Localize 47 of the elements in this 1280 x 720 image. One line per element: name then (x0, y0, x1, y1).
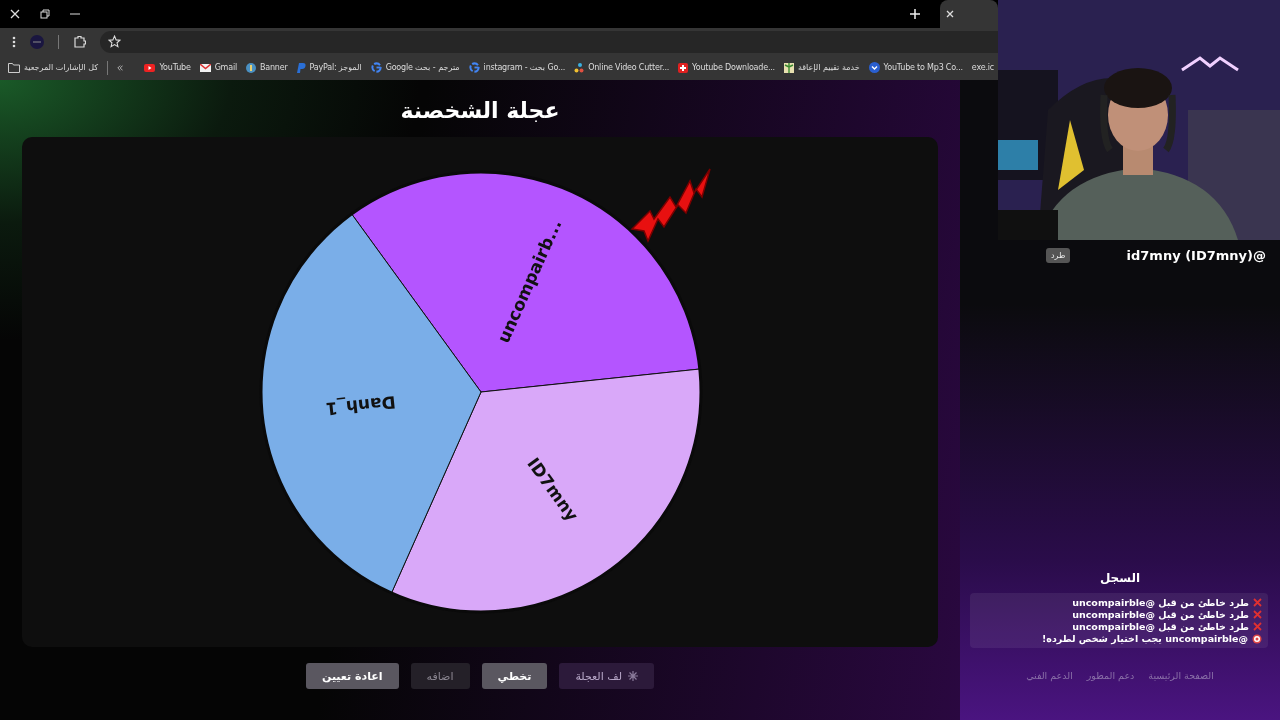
bookmark[interactable]: instagram - بحث Go... (468, 62, 566, 73)
p-logo-icon (296, 62, 306, 73)
page-title: عجلة الشخصنة (400, 98, 560, 123)
cross-icon (1253, 622, 1262, 631)
bookmark[interactable]: Gmail (199, 63, 237, 72)
log-entry: @uncompairble يجب اختيار شخص لطرده! (1041, 633, 1248, 644)
bookmark[interactable]: Banner (245, 62, 288, 73)
action-button[interactable]: تخطي (481, 663, 548, 689)
bookmark[interactable]: خدمة تقييم الإعاقة (783, 62, 860, 73)
restore-icon[interactable] (40, 9, 50, 19)
bookmark[interactable]: Youtube Downloade... (678, 62, 775, 73)
cross-icon (1253, 598, 1262, 607)
new-tab-icon[interactable] (910, 9, 920, 19)
play-icon (144, 63, 156, 72)
menu-icon[interactable] (12, 35, 16, 48)
chevron-down-icon (868, 62, 880, 73)
close-icon[interactable] (946, 10, 954, 18)
globe-icon (245, 62, 256, 73)
bookmark[interactable]: Google مترجم - بحث (370, 62, 460, 73)
cross-icon (1253, 610, 1262, 619)
folder-icon (8, 62, 20, 73)
bookmark[interactable]: PayPal: الموجز (296, 62, 362, 73)
close-icon[interactable] (10, 9, 20, 19)
bookmark[interactable]: YouTube (144, 63, 191, 72)
log-entry: طرد خاطئ من قبل @uncompairble (1072, 621, 1249, 632)
dots-icon (574, 62, 585, 73)
sparkle-icon (628, 671, 638, 681)
log-entry: طرد خاطئ من قبل @uncompairble (1072, 609, 1249, 620)
g-logo-icon (370, 62, 382, 73)
star-icon[interactable] (108, 35, 121, 48)
mail-icon (199, 63, 211, 72)
target-icon (1252, 633, 1262, 644)
bookmark[interactable]: exe.ic (971, 63, 994, 72)
segment-label: Danh_1 (324, 392, 397, 420)
cross-icon (678, 62, 689, 73)
username: id7mny (ID7mny)@ (1126, 248, 1266, 263)
bookmark[interactable]: Online Video Cutter... (574, 62, 670, 73)
log-title: السجل (1098, 571, 1142, 585)
double-chevron-icon[interactable] (116, 63, 124, 72)
extension-icon[interactable] (73, 35, 86, 48)
action-button[interactable]: اعادة تعيين (306, 663, 399, 689)
log-entry: طرد خاطئ من قبل @uncompairble (1072, 597, 1249, 608)
bookmark[interactable]: YouTube to Mp3 Co... (868, 62, 963, 73)
palm-icon (783, 62, 794, 73)
kick-button[interactable]: طرد (1046, 248, 1071, 263)
bookmark[interactable]: كل الإشارات المرجعية (8, 62, 98, 73)
g-logo-icon (468, 62, 480, 73)
